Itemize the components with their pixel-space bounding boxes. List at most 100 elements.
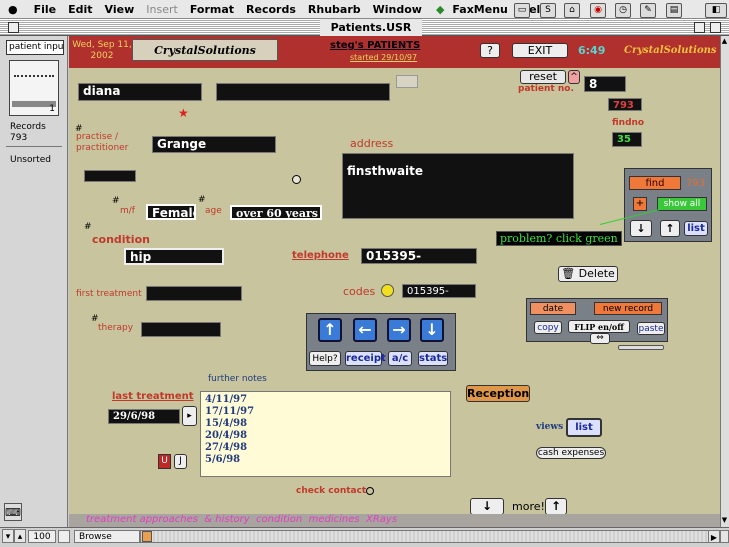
- pen-icon[interactable]: ✎: [640, 3, 656, 18]
- exit-button[interactable]: EXIT: [512, 43, 568, 58]
- notes-field[interactable]: 4/11/97 17/11/97 15/4/98 20/4/98 27/4/98…: [200, 391, 451, 477]
- stats-button[interactable]: stats: [418, 351, 448, 366]
- more-up-button[interactable]: ↑: [545, 498, 567, 515]
- telephone-field[interactable]: 015395-: [361, 248, 477, 264]
- scroll-up-arrow-icon[interactable]: ▲: [720, 36, 729, 46]
- menu-faxmenu[interactable]: FaxMenu: [452, 3, 507, 16]
- telephone-label: telephone: [292, 250, 349, 261]
- zoom-level[interactable]: 100: [28, 530, 56, 543]
- flip-button[interactable]: FLIP en/off: [568, 320, 630, 333]
- up-arrow-button[interactable]: ↑: [318, 318, 342, 342]
- vertical-scrollbar[interactable]: [720, 36, 729, 527]
- last-treatment-arrow-button[interactable]: ▸: [182, 406, 197, 426]
- find-list-button[interactable]: list: [684, 221, 708, 236]
- second-name-field[interactable]: [216, 83, 390, 101]
- close-box-icon[interactable]: [8, 22, 19, 33]
- mode-popup[interactable]: Browse: [74, 530, 140, 543]
- script-icon[interactable]: S: [540, 3, 556, 18]
- clock-icon[interactable]: ◷: [615, 3, 631, 18]
- zoom-in-icon[interactable]: ▴: [14, 529, 26, 543]
- lock-icon[interactable]: ⌂: [564, 3, 580, 18]
- add-button[interactable]: +: [633, 197, 647, 211]
- age-field[interactable]: over 60 years: [230, 205, 322, 220]
- codes-label: codes: [343, 285, 376, 298]
- slider-bar[interactable]: [618, 345, 664, 350]
- codes-indicator-icon[interactable]: [381, 284, 394, 297]
- footer-links[interactable]: treatment approaches & history condition…: [86, 514, 397, 525]
- check-contact-radio[interactable]: [366, 487, 374, 495]
- new-record-button[interactable]: new record: [594, 302, 662, 315]
- resize-grip-icon[interactable]: [720, 530, 729, 543]
- u-button[interactable]: U: [158, 454, 171, 469]
- scroll-thumb[interactable]: [142, 531, 152, 542]
- book-icon[interactable]: ▤: [666, 3, 682, 18]
- zoom-box-icon[interactable]: [694, 22, 705, 33]
- practise-field[interactable]: Grange: [152, 136, 276, 153]
- menu-insert[interactable]: Insert: [146, 3, 178, 16]
- menu-window[interactable]: Window: [373, 3, 422, 16]
- address-field[interactable]: finsthwaite: [342, 153, 574, 219]
- alarm-icon[interactable]: ◉: [590, 3, 606, 18]
- scroll-down-arrow-icon[interactable]: ▼: [720, 514, 729, 526]
- reception-button[interactable]: Reception: [466, 385, 530, 402]
- collapse-box-icon[interactable]: [710, 22, 721, 33]
- left-arrow-button[interactable]: ←: [353, 318, 377, 342]
- fax-icon[interactable]: ◆: [436, 3, 444, 16]
- patient-no-field[interactable]: 8: [584, 76, 626, 92]
- blank-field[interactable]: [84, 170, 136, 182]
- find-up-button[interactable]: ↑: [660, 220, 680, 237]
- first-name-field[interactable]: diana: [78, 83, 202, 101]
- radio-button[interactable]: [292, 175, 301, 184]
- reset-button[interactable]: reset: [520, 70, 566, 84]
- logo: CrystalSolutions: [132, 39, 278, 61]
- down-arrow-button[interactable]: ↓: [420, 318, 444, 342]
- views-list-button[interactable]: list: [566, 418, 602, 437]
- first-treatment-field[interactable]: [146, 286, 242, 301]
- ac-button[interactable]: a/c: [388, 351, 412, 366]
- page-heading: steg's PATIENTS: [330, 40, 421, 51]
- menu-edit[interactable]: Edit: [68, 3, 92, 16]
- delete-button[interactable]: 🗑︎ Delete: [558, 266, 618, 282]
- started-date: started 29/10/97: [350, 53, 418, 62]
- horizontal-scrollbar[interactable]: [140, 530, 720, 543]
- small-gray-button[interactable]: [396, 75, 418, 88]
- date-button[interactable]: date: [530, 302, 576, 315]
- help-small-button[interactable]: Help?: [309, 351, 341, 366]
- star-icon: ★: [178, 106, 189, 120]
- gender-field[interactable]: Female: [146, 204, 196, 220]
- cash-expenses-button[interactable]: cash expenses: [536, 447, 606, 459]
- menu-view[interactable]: View: [105, 3, 135, 16]
- menu-file[interactable]: File: [34, 3, 57, 16]
- paste-button[interactable]: paste: [637, 322, 665, 335]
- right-arrow-button[interactable]: →: [387, 318, 411, 342]
- tools-icon[interactable]: ⌨: [4, 503, 22, 521]
- apple-menu-icon[interactable]: ●: [8, 3, 18, 16]
- zoom-out-icon[interactable]: ▾: [2, 529, 14, 543]
- therapy-field[interactable]: [141, 322, 221, 337]
- check-contact-label: check contact: [296, 486, 367, 496]
- show-all-button[interactable]: show all: [657, 197, 707, 211]
- patient-no-label: patient no.: [518, 84, 574, 94]
- j-button[interactable]: J: [174, 454, 187, 469]
- swap-button[interactable]: ⇔: [590, 333, 610, 344]
- book-icon[interactable]: 1: [9, 60, 59, 116]
- window-list-icon[interactable]: ▭: [514, 3, 530, 18]
- app-switcher-icon[interactable]: ◧: [705, 3, 727, 18]
- record-up-button[interactable]: ^: [568, 70, 580, 84]
- find-button[interactable]: find: [629, 176, 681, 190]
- hash-mark: #: [112, 196, 120, 206]
- find-down-button[interactable]: ↓: [630, 220, 652, 237]
- help-button[interactable]: ?: [480, 43, 500, 58]
- more-down-button[interactable]: ↓: [470, 498, 504, 515]
- menu-records[interactable]: Records: [246, 3, 296, 16]
- condition-field[interactable]: hip: [124, 248, 224, 265]
- copy-button[interactable]: copy: [534, 321, 562, 334]
- layout-popup[interactable]: patient inpu...: [6, 40, 64, 55]
- last-treatment-field[interactable]: 29/6/98: [108, 409, 180, 424]
- codes-field[interactable]: 015395-: [402, 284, 476, 298]
- receipt-button[interactable]: receipt: [345, 351, 386, 366]
- status-toggle-icon[interactable]: [58, 530, 70, 543]
- menu-format[interactable]: Format: [190, 3, 234, 16]
- scroll-right-arrow-icon[interactable]: ▶: [708, 530, 720, 543]
- menu-rhubarb[interactable]: Rhubarb: [308, 3, 361, 16]
